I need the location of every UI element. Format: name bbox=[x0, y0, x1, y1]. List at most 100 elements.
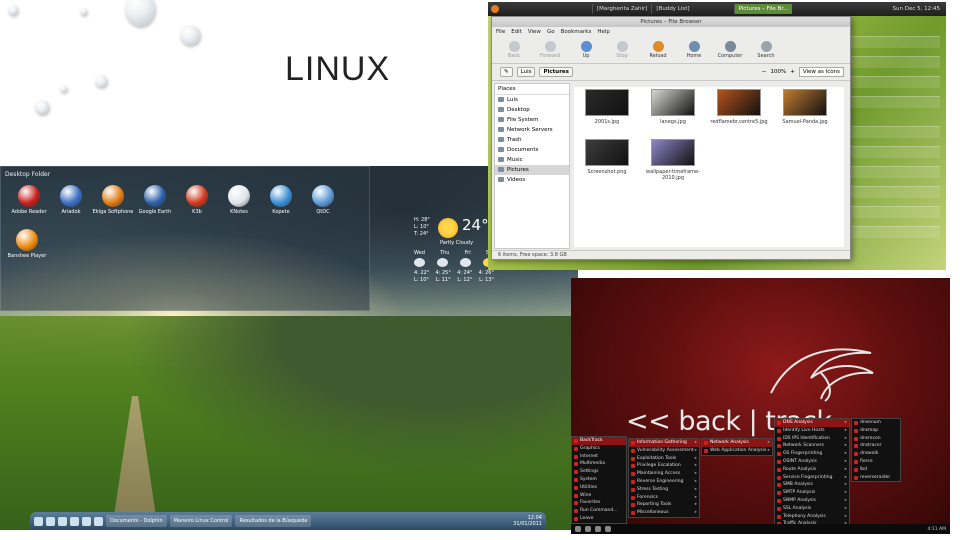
menu-item[interactable]: Reporting Tools bbox=[629, 501, 699, 509]
menu-item[interactable]: Privilege Escalation bbox=[629, 462, 699, 470]
firefox-icon[interactable] bbox=[94, 516, 103, 526]
desktop-icon-item[interactable]: KNotes bbox=[217, 185, 261, 215]
forward-button[interactable]: Forward bbox=[536, 38, 564, 63]
file-manager-icon[interactable] bbox=[595, 526, 601, 532]
menu-item-view[interactable]: View bbox=[528, 27, 541, 38]
panel-task[interactable]: [Margherita Zahir] bbox=[592, 4, 651, 14]
menu-item[interactable]: Web Application Analysis bbox=[702, 447, 772, 455]
zoom-out-icon[interactable]: − bbox=[762, 69, 767, 75]
desktop-icon-item[interactable]: K3b bbox=[175, 185, 219, 215]
menu-item[interactable]: Settings bbox=[572, 468, 626, 476]
edit-location-icon[interactable]: ✎ bbox=[500, 67, 513, 77]
menu-item[interactable]: SMTP Analysis bbox=[775, 489, 849, 497]
desktop-icon-item[interactable]: Banshee Player bbox=[5, 229, 49, 259]
breadcrumb-luis[interactable]: Luis bbox=[516, 67, 536, 77]
desktop-icon-item[interactable]: Ekiga Softphone bbox=[91, 185, 135, 215]
menu-item[interactable]: Vulnerability Assessment bbox=[629, 447, 699, 455]
menu-item[interactable]: Route Analysis bbox=[775, 466, 849, 474]
menu-item-file[interactable]: File bbox=[496, 27, 505, 38]
menu-item[interactable]: Network Analysis bbox=[702, 439, 772, 447]
terminal-icon[interactable] bbox=[46, 516, 55, 526]
menu-item[interactable]: Reverse Engineering bbox=[629, 478, 699, 486]
menu-item[interactable]: lbd bbox=[852, 466, 900, 474]
panel-task[interactable]: [Buddy List] bbox=[651, 4, 693, 14]
file-item[interactable]: Samuel-Panda.jpg bbox=[772, 89, 838, 125]
menu-item[interactable]: Information Gathering bbox=[629, 439, 699, 447]
menu-item[interactable]: Favorites bbox=[572, 499, 626, 507]
menu-item[interactable]: Internet bbox=[572, 453, 626, 461]
places-header[interactable]: Places bbox=[495, 84, 569, 95]
menu-item[interactable]: Run Command... bbox=[572, 507, 626, 515]
desktop-icon-item[interactable]: Google Earth bbox=[133, 185, 177, 215]
firefox-icon[interactable] bbox=[491, 5, 499, 13]
menu-item[interactable]: Forensics bbox=[629, 494, 699, 502]
breadcrumb-pictures[interactable]: Pictures bbox=[539, 67, 573, 77]
menu-item-go[interactable]: Go bbox=[547, 27, 555, 38]
taskbar-task[interactable]: Resultados de la Búsqueda bbox=[235, 515, 312, 527]
taskbar-task[interactable]: Maneiro Linux Control bbox=[169, 515, 233, 527]
places-item[interactable]: Luis bbox=[495, 95, 569, 105]
file-manager-icon[interactable] bbox=[58, 516, 67, 526]
menu-item[interactable]: reverseraider bbox=[852, 474, 900, 482]
desktop-icon-item[interactable]: Adobe Reader bbox=[7, 185, 51, 215]
file-item[interactable]: wallpaper-timeframe-2010.jpg bbox=[640, 139, 706, 181]
kde-menu-icon[interactable] bbox=[34, 516, 43, 526]
menu-item[interactable]: dnsmap bbox=[852, 427, 900, 435]
menu-item[interactable]: fierce bbox=[852, 458, 900, 466]
menu-item[interactable]: Leave bbox=[572, 515, 626, 523]
home-button[interactable]: Home bbox=[680, 38, 708, 63]
panel-task-active[interactable]: Pictures – File Br... bbox=[733, 4, 793, 14]
menu-item[interactable]: OSINT Analysis bbox=[775, 458, 849, 466]
menu-item[interactable]: IDS IPS Identification bbox=[775, 435, 849, 443]
places-item[interactable]: Trash bbox=[495, 135, 569, 145]
menu-item[interactable]: Miscellaneous bbox=[629, 509, 699, 517]
menu-item[interactable]: dnsrecon bbox=[852, 435, 900, 443]
menu-item[interactable]: Stress Testing bbox=[629, 486, 699, 494]
menu-item-help[interactable]: Help bbox=[597, 27, 610, 38]
places-item[interactable]: Documents bbox=[495, 145, 569, 155]
backtrack-clock[interactable]: 4:11 AM bbox=[928, 527, 947, 532]
settings-icon[interactable] bbox=[82, 516, 91, 526]
places-item[interactable]: File System bbox=[495, 115, 569, 125]
menu-item[interactable]: Service Fingerprinting bbox=[775, 474, 849, 482]
menu-item[interactable]: Wine bbox=[572, 492, 626, 500]
reload-button[interactable]: Reload bbox=[644, 38, 672, 63]
up-button[interactable]: Up bbox=[572, 38, 600, 63]
menu-item[interactable]: dnsenum bbox=[852, 419, 900, 427]
menu-item-edit[interactable]: Edit bbox=[511, 27, 522, 38]
menu-item[interactable]: Utilities bbox=[572, 484, 626, 492]
menu-item[interactable]: DNS Analysis bbox=[775, 419, 849, 427]
stop-button[interactable]: Stop bbox=[608, 38, 636, 63]
menu-item[interactable]: Network Scanners bbox=[775, 442, 849, 450]
menu-item[interactable]: dnswalk bbox=[852, 450, 900, 458]
menu-item[interactable]: SNMP Analysis bbox=[775, 497, 849, 505]
desktop-icon-item[interactable]: QtDC bbox=[301, 185, 345, 215]
desktop-icon-item[interactable]: Ariadok bbox=[49, 185, 93, 215]
menu-item[interactable]: SMB Analysis bbox=[775, 481, 849, 489]
kde-clock[interactable]: 12:04 31/01/2011 bbox=[513, 515, 542, 527]
zoom-in-icon[interactable]: + bbox=[790, 69, 795, 75]
kde-menu-icon[interactable] bbox=[575, 526, 581, 532]
menu-item[interactable]: SSL Analysis bbox=[775, 505, 849, 513]
taskbar-task[interactable]: Documents - Dolphin bbox=[106, 515, 167, 527]
places-item[interactable]: Videos bbox=[495, 175, 569, 185]
computer-button[interactable]: Computer bbox=[716, 38, 744, 63]
menu-item[interactable]: OS Fingerprinting bbox=[775, 450, 849, 458]
browser-icon[interactable] bbox=[605, 526, 611, 532]
file-item[interactable]: lanegs.jpg bbox=[640, 89, 706, 125]
places-item[interactable]: Pictures bbox=[495, 165, 569, 175]
file-item[interactable]: Screenshot.png bbox=[574, 139, 640, 175]
terminal-icon[interactable] bbox=[585, 526, 591, 532]
menu-item[interactable]: dnstracer bbox=[852, 442, 900, 450]
menu-item[interactable]: Exploitation Tools bbox=[629, 455, 699, 463]
menu-item[interactable]: Identify Live Hosts bbox=[775, 427, 849, 435]
view-mode-select[interactable]: View as Icons bbox=[798, 67, 844, 77]
panel-clock[interactable]: Sun Dec 5, 12:45 bbox=[893, 6, 946, 12]
places-item[interactable]: Desktop bbox=[495, 105, 569, 115]
menu-item[interactable]: BackTrack bbox=[572, 437, 626, 445]
back-button[interactable]: Back bbox=[500, 38, 528, 63]
places-item[interactable]: Network Servers bbox=[495, 125, 569, 135]
menu-item[interactable]: Graphics bbox=[572, 445, 626, 453]
search-button[interactable]: Search bbox=[752, 38, 780, 63]
tools-icon[interactable] bbox=[70, 516, 79, 526]
